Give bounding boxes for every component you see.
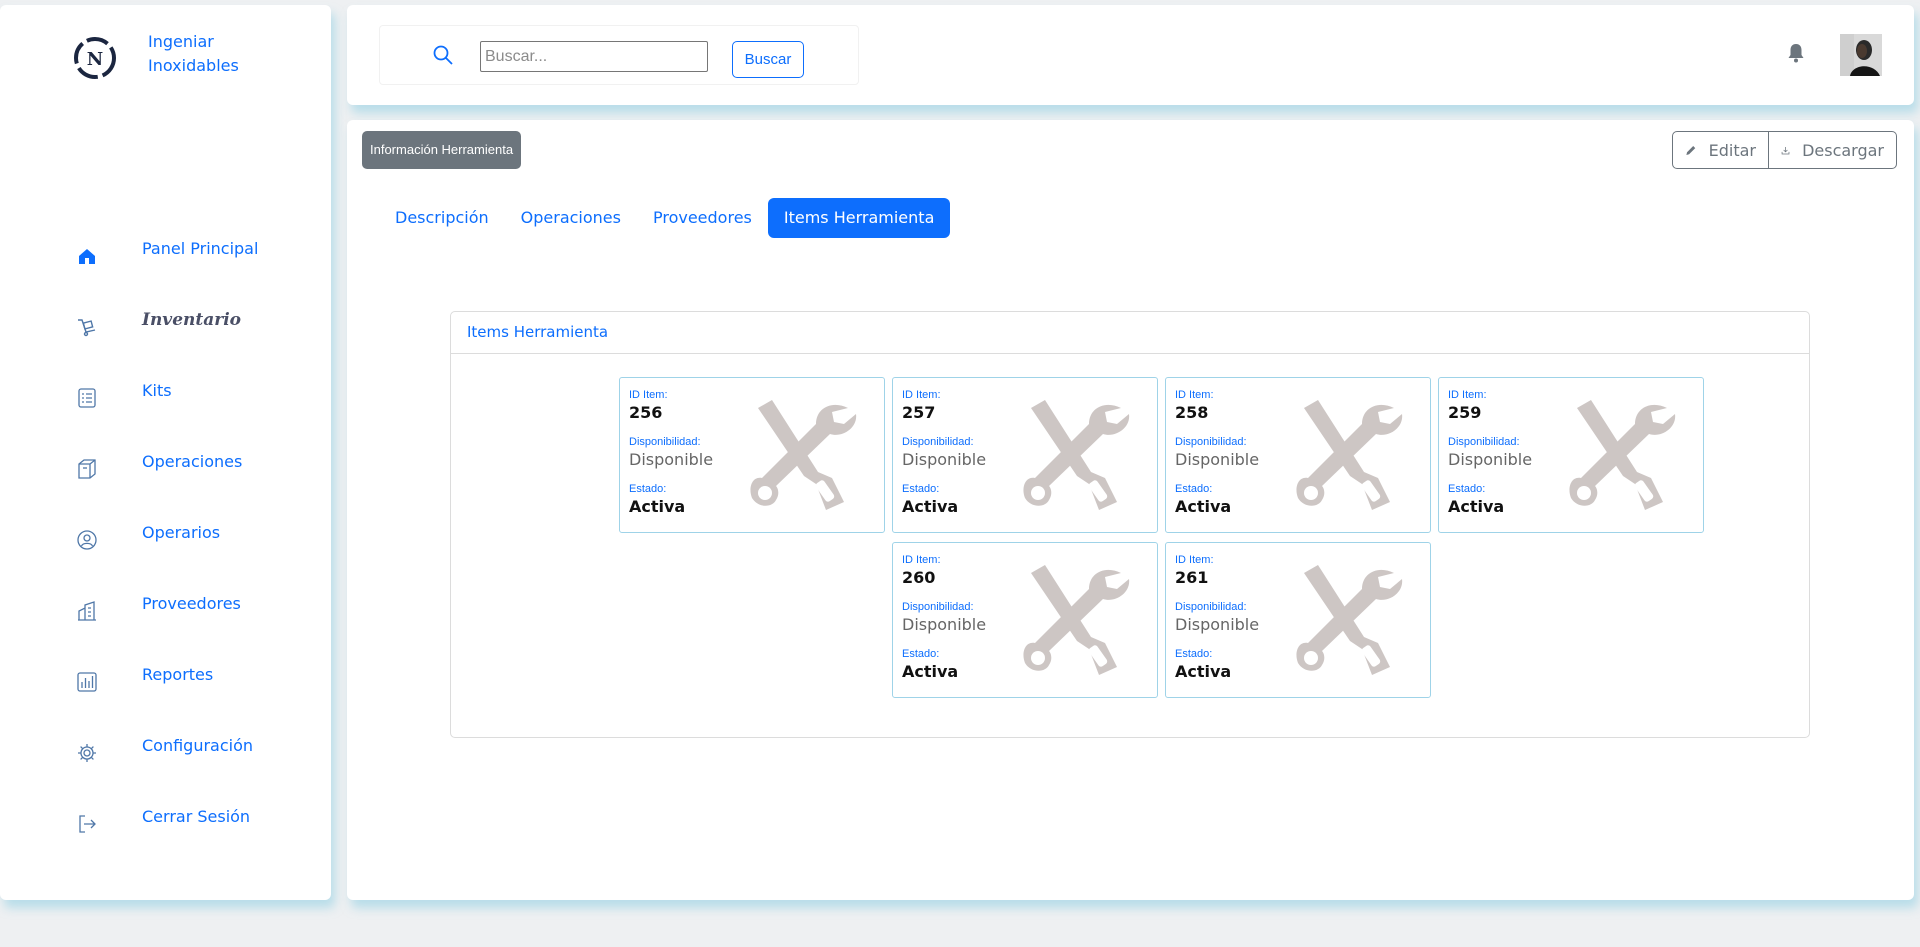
edit-button[interactable]: Editar [1672, 131, 1769, 169]
sidebar-item-kits[interactable]: Kits [0, 375, 331, 419]
tools-icon [750, 400, 857, 510]
tab-proveedores[interactable]: Proveedores [637, 198, 768, 238]
user-circle-icon [77, 530, 97, 550]
sidebar-item-label: Operaciones [142, 452, 243, 471]
top-bar: Buscar [347, 5, 1914, 105]
brand[interactable]: N Ingeniar Inoxidables [72, 32, 239, 81]
download-button-label: Descargar [1802, 140, 1884, 160]
items-card-title: Items Herramienta [451, 312, 1809, 354]
pencil-icon [1686, 145, 1696, 155]
sidebar-item-label: Proveedores [142, 594, 241, 613]
building-icon [78, 601, 96, 621]
search-form: Buscar [379, 25, 859, 85]
download-button[interactable]: Descargar [1769, 131, 1897, 169]
page-title-badge: Información Herramienta [362, 131, 522, 169]
search-icon[interactable] [432, 44, 454, 66]
sidebar-item-label: Operarios [142, 523, 221, 542]
sidebar: N Ingeniar Inoxidables Panel Principal I… [0, 5, 331, 900]
sidebar-item-label: Cerrar Sesión [142, 807, 251, 826]
tools-icon [1569, 400, 1676, 510]
tool-item-card[interactable]: ID Item: 261 Disponibilidad: Disponible … [1165, 542, 1431, 698]
sidebar-item-operaciones[interactable]: Operaciones [0, 446, 331, 490]
sidebar-item-label: Inventario [142, 310, 241, 330]
tools-icon [1023, 565, 1130, 675]
tools-icon [1023, 400, 1130, 510]
sidebar-item-operarios[interactable]: Operarios [0, 517, 331, 561]
checklist-icon [78, 388, 96, 408]
edit-button-label: Editar [1708, 140, 1756, 160]
box-icon [78, 459, 96, 479]
tools-icon [1296, 400, 1403, 510]
sidebar-item-label: Panel Principal [142, 239, 259, 258]
inventory-icon [78, 319, 96, 337]
sidebar-item-cerrar-sesion[interactable]: Cerrar Sesión [0, 801, 331, 845]
sidebar-item-inventario[interactable]: Inventario [0, 304, 331, 348]
tool-item-card[interactable]: ID Item: 256 Disponibilidad: Disponible … [619, 377, 885, 533]
chart-icon [77, 672, 97, 692]
tabs: Descripción Operaciones Proveedores Item… [379, 198, 951, 238]
bell-icon[interactable] [1787, 43, 1805, 63]
items-card: Items Herramienta ID Item: 256 Disponibi… [450, 311, 1810, 738]
sidebar-item-panel-principal[interactable]: Panel Principal [0, 233, 331, 277]
user-avatar-icon [1840, 34, 1882, 76]
download-icon [1781, 146, 1790, 154]
sidebar-item-label: Kits [142, 381, 172, 400]
search-input[interactable] [480, 41, 708, 72]
tools-icon [1296, 565, 1403, 675]
main-panel: Información Herramienta Editar Descargar… [347, 120, 1914, 900]
tool-item-card[interactable]: ID Item: 260 Disponibilidad: Disponible … [892, 542, 1158, 698]
sidebar-item-reportes[interactable]: Reportes [0, 659, 331, 703]
sidebar-item-label: Reportes [142, 665, 214, 684]
tool-item-card[interactable]: ID Item: 257 Disponibilidad: Disponible … [892, 377, 1158, 533]
home-icon [79, 249, 95, 264]
sidebar-item-configuracion[interactable]: Configuración [0, 730, 331, 774]
tab-operaciones[interactable]: Operaciones [505, 198, 637, 238]
sidebar-item-label: Configuración [142, 736, 254, 755]
gear-icon [78, 744, 96, 762]
search-button[interactable]: Buscar [732, 41, 804, 78]
tool-item-card[interactable]: ID Item: 259 Disponibilidad: Disponible … [1438, 377, 1704, 533]
tab-items-herramienta[interactable]: Items Herramienta [767, 198, 951, 238]
company-logo-icon: N [74, 37, 116, 79]
action-buttons: Editar Descargar [1672, 131, 1897, 169]
tool-item-card[interactable]: ID Item: 258 Disponibilidad: Disponible … [1165, 377, 1431, 533]
brand-name: Ingeniar Inoxidables [148, 32, 239, 75]
svg-text:N: N [87, 49, 103, 70]
avatar[interactable] [1840, 34, 1882, 76]
tab-descripcion[interactable]: Descripción [379, 198, 505, 238]
logout-icon [79, 815, 96, 833]
sidebar-item-proveedores[interactable]: Proveedores [0, 588, 331, 632]
